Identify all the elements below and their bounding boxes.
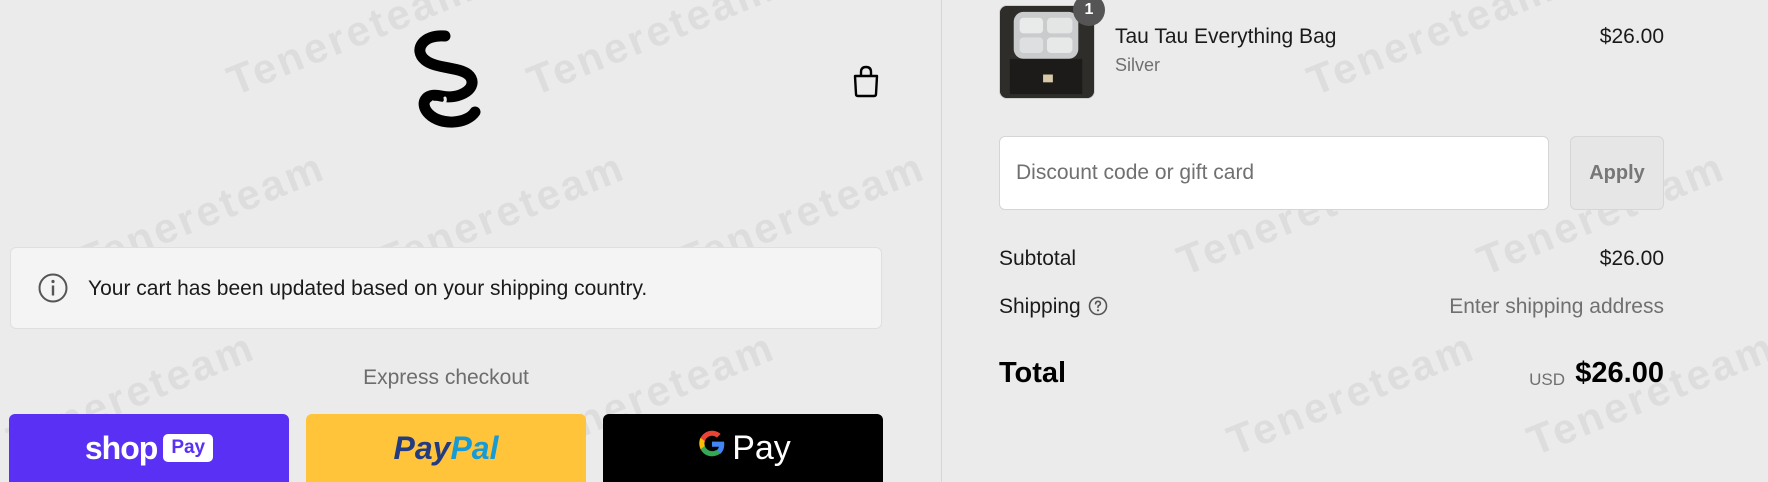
question-circle-icon[interactable] (1088, 296, 1108, 316)
product-price: $26.00 (1599, 25, 1664, 48)
total-value: $26.00 (1575, 357, 1664, 389)
subtotal-value: $26.00 (1599, 247, 1664, 270)
info-icon (37, 272, 69, 304)
paypal-wordmark-pal: Pal (450, 429, 499, 466)
shipping-value: Enter shipping address (1449, 295, 1664, 318)
shop-pay-wordmark: shop (84, 429, 158, 466)
shipping-label: Shipping (999, 295, 1081, 318)
google-pay-wordmark: Pay (732, 428, 791, 467)
notice-message: Your cart has been updated based on your… (88, 277, 648, 300)
apply-discount-button[interactable]: Apply (1570, 136, 1664, 210)
express-checkout-heading: Express checkout (363, 366, 529, 389)
google-g-icon (695, 427, 729, 470)
watermark: Tenereteam (1220, 322, 1482, 465)
total-label: Total (999, 357, 1067, 389)
shop-pay-badge: Pay (163, 434, 214, 462)
shop-pay-button[interactable]: shop Pay (9, 414, 289, 482)
google-pay-button[interactable]: Pay (603, 414, 883, 482)
item-quantity-badge: 1 (1073, 0, 1105, 26)
shipping-country-notice: Your cart has been updated based on your… (10, 247, 882, 329)
watermark: Tenereteam (520, 0, 782, 105)
watermark: Tenereteam (1520, 322, 1768, 465)
subtotal-label: Subtotal (999, 247, 1077, 270)
discount-code-input[interactable] (999, 136, 1549, 210)
paypal-wordmark-pay: Pay (393, 429, 451, 466)
product-variant: Silver (1115, 55, 1161, 75)
shopping-bag-icon[interactable] (850, 64, 882, 98)
paypal-button[interactable]: Pay Pal (306, 414, 586, 482)
tau-tau-logo-icon[interactable] (405, 30, 485, 130)
total-currency: USD (1529, 370, 1565, 389)
watermark-layer: Tenereteam Tenereteam Tenereteam Teneret… (0, 0, 1768, 482)
watermark: Tenereteam (1300, 0, 1562, 105)
column-divider (941, 0, 942, 482)
product-name: Tau Tau Everything Bag (1115, 25, 1337, 48)
